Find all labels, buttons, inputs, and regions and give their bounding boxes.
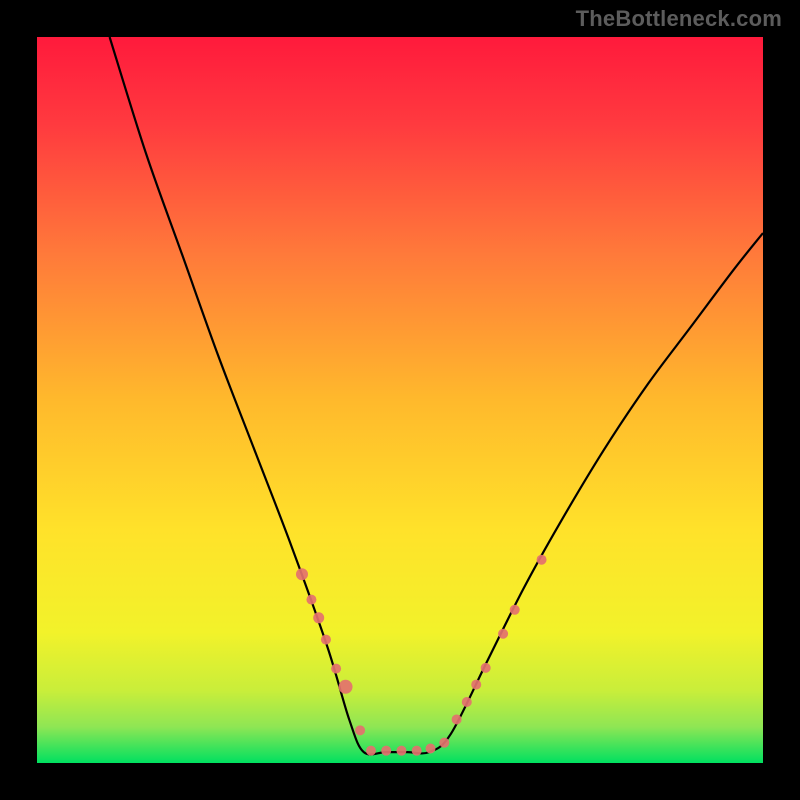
data-marker: [339, 680, 353, 694]
data-marker: [471, 680, 481, 690]
data-marker: [355, 725, 365, 735]
data-marker: [462, 697, 472, 707]
data-marker: [306, 595, 316, 605]
data-marker: [439, 738, 449, 748]
data-marker: [510, 605, 520, 615]
chart-plot-area: [37, 37, 763, 763]
data-marker: [296, 568, 308, 580]
data-marker: [452, 714, 462, 724]
watermark-text: TheBottleneck.com: [576, 6, 782, 32]
data-marker: [425, 743, 435, 753]
data-marker: [331, 664, 341, 674]
gradient-background: [37, 37, 763, 763]
data-marker: [481, 663, 491, 673]
data-marker: [366, 746, 376, 756]
data-marker: [498, 629, 508, 639]
data-marker: [321, 635, 331, 645]
chart-svg: [37, 37, 763, 763]
data-marker: [381, 746, 391, 756]
chart-frame: TheBottleneck.com: [0, 0, 800, 800]
data-marker: [412, 746, 422, 756]
data-marker: [537, 555, 547, 565]
data-marker: [313, 612, 324, 623]
data-marker: [396, 746, 406, 756]
